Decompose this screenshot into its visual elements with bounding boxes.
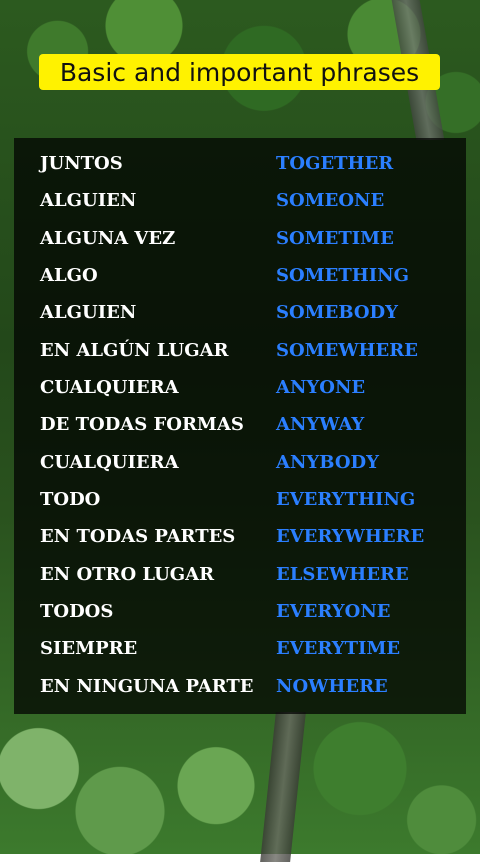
phrase-row: EN TODAS PARTES EVERYWHERE — [14, 518, 466, 555]
phrase-row: DE TODAS FORMAS ANYWAY — [14, 406, 466, 443]
spanish-phrase: EN OTRO LUGAR — [40, 564, 215, 585]
english-phrase: NOWHERE — [276, 676, 388, 697]
english-phrase: SOMETIME — [276, 228, 394, 249]
english-phrase: SOMEWHERE — [276, 340, 418, 361]
english-phrase: SOMETHING — [276, 265, 409, 286]
phrase-row: ALGUIEN SOMEBODY — [14, 294, 466, 331]
phrase-row: TODO EVERYTHING — [14, 481, 466, 518]
phrase-row: JUNTOS TOGETHER — [14, 145, 466, 182]
spanish-phrase: DE TODAS FORMAS — [40, 414, 244, 435]
spanish-phrase: TODO — [40, 489, 101, 510]
phrase-panel: JUNTOS TOGETHER ALGUIEN SOMEONE ALGUNA V… — [14, 138, 466, 714]
spanish-phrase: ALGUNA VEZ — [40, 228, 176, 249]
english-phrase: SOMEBODY — [276, 302, 399, 323]
page-title: Basic and important phrases — [59, 57, 420, 87]
spanish-phrase: TODOS — [40, 601, 114, 622]
phrase-row: EN OTRO LUGAR ELSEWHERE — [14, 556, 466, 593]
spanish-phrase: SIEMPRE — [40, 638, 138, 659]
phrase-row: CUALQUIERA ANYONE — [14, 369, 466, 406]
phrase-row: ALGO SOMETHING — [14, 257, 466, 294]
english-phrase: ANYONE — [276, 377, 366, 398]
spanish-phrase: CUALQUIERA — [40, 452, 179, 473]
title-banner: Basic and important phrases — [39, 54, 440, 90]
spanish-phrase: CUALQUIERA — [40, 377, 179, 398]
spanish-phrase: EN NINGUNA PARTE — [40, 676, 254, 697]
english-phrase: SOMEONE — [276, 190, 385, 211]
phrase-row: TODOS EVERYONE — [14, 593, 466, 630]
english-phrase: ELSEWHERE — [276, 564, 409, 585]
spanish-phrase: JUNTOS — [40, 153, 123, 174]
english-phrase: EVERYONE — [276, 601, 391, 622]
phrase-row: ALGUIEN SOMEONE — [14, 182, 466, 219]
phrase-row: CUALQUIERA ANYBODY — [14, 444, 466, 481]
phrase-row: ALGUNA VEZ SOMETIME — [14, 220, 466, 257]
spanish-phrase: ALGO — [40, 265, 98, 286]
english-phrase: EVERYWHERE — [276, 526, 425, 547]
phrase-row: EN ALGÚN LUGAR SOMEWHERE — [14, 332, 466, 369]
english-phrase: ANYBODY — [276, 452, 379, 473]
spanish-phrase: ALGUIEN — [40, 302, 137, 323]
english-phrase: EVERYTHING — [276, 489, 416, 510]
english-phrase: ANYWAY — [276, 414, 365, 435]
phrase-row: EN NINGUNA PARTE NOWHERE — [14, 668, 466, 705]
english-phrase: EVERYTIME — [276, 638, 401, 659]
phrase-row: SIEMPRE EVERYTIME — [14, 630, 466, 667]
spanish-phrase: ALGUIEN — [40, 190, 137, 211]
english-phrase: TOGETHER — [276, 153, 394, 174]
spanish-phrase: EN ALGÚN LUGAR — [40, 340, 229, 361]
spanish-phrase: EN TODAS PARTES — [40, 526, 236, 547]
